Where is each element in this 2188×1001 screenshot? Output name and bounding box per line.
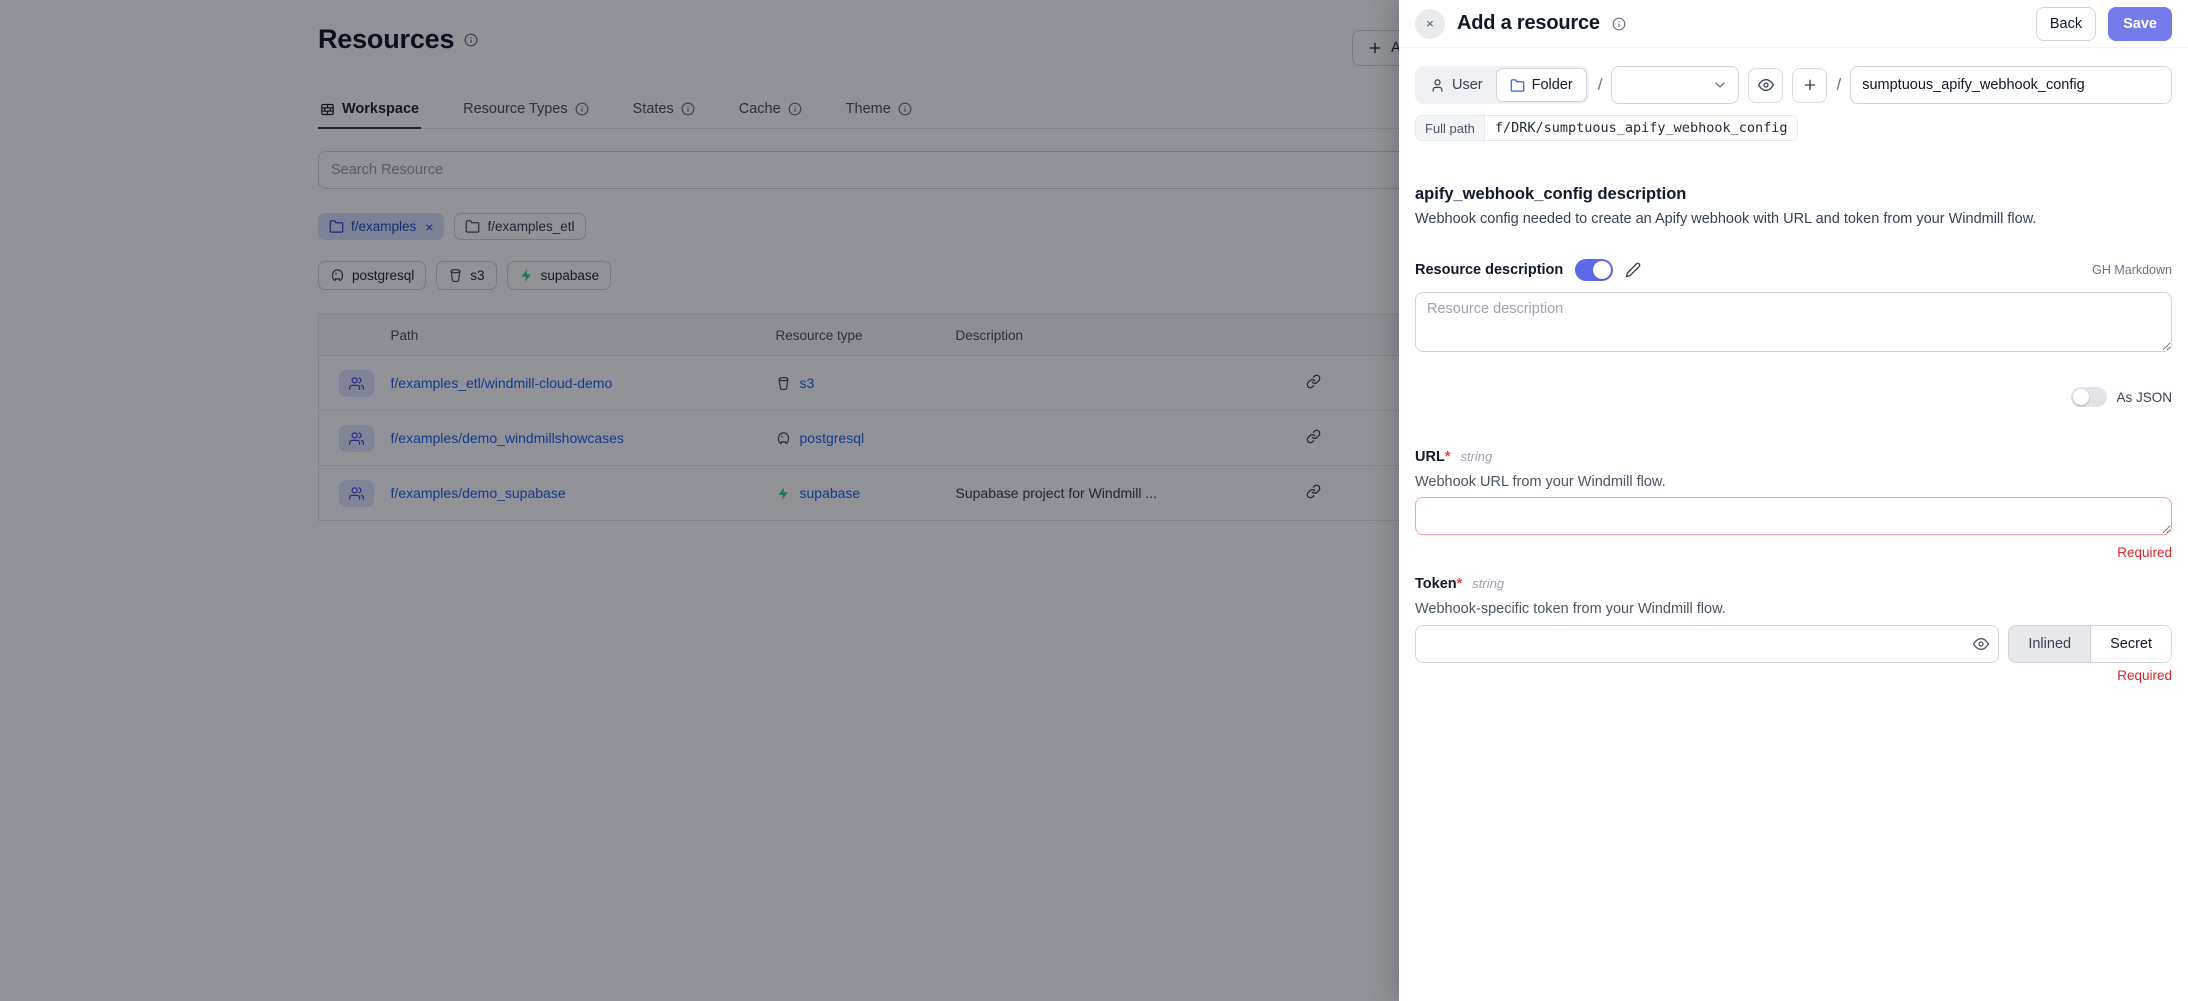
app-window: Resources WorkspaceResource TypesStatesC… [0,0,2188,1001]
url-type-label: string [1460,449,1492,464]
as-json-toggle[interactable] [2071,387,2107,407]
token-field-section: Token* string Webhook-specific token fro… [1415,576,2172,683]
edit-pencil-icon[interactable] [1625,262,1641,278]
owner-kind-toggle: User Folder [1415,66,1589,104]
eye-icon[interactable] [1973,636,1989,652]
secret-option[interactable]: Secret [2090,626,2171,662]
path-picker: User Folder / / [1415,66,2172,104]
markdown-note: GH Markdown [2092,263,2172,277]
owner-user-option[interactable]: User [1417,68,1496,102]
path-separator: / [1836,75,1841,95]
path-separator: / [1598,75,1603,95]
owner-folder-option[interactable]: Folder [1496,68,1587,102]
schema-heading: apify_webhook_config description [1415,185,2172,204]
token-required-error: Required [1415,668,2172,683]
folder-select[interactable] [1611,66,1739,104]
plus-icon [1802,77,1818,93]
back-button[interactable]: Back [2036,7,2096,41]
token-input[interactable] [1415,625,1999,663]
description-label: Resource description [1415,262,1563,278]
url-input[interactable] [1415,497,2172,535]
view-folder-button[interactable] [1748,68,1783,103]
url-required-error: Required [1415,545,2172,560]
full-path-value: f/DRK/sumptuous_apify_webhook_config [1484,115,1799,141]
folder-icon [1510,78,1525,93]
add-resource-drawer: × Add a resource Back Save User Folder [1399,0,2188,1001]
token-help-text: Webhook-specific token from your Windmil… [1415,601,2172,617]
save-button[interactable]: Save [2108,7,2172,41]
url-field-section: URL* string Webhook URL from your Windmi… [1415,449,2172,560]
as-json-row: As JSON [1415,387,2172,407]
token-label: Token [1415,576,1457,592]
full-path: Full path f/DRK/sumptuous_apify_webhook_… [1415,115,1798,141]
full-path-label: Full path [1415,115,1484,141]
add-folder-button[interactable] [1792,68,1827,103]
eye-icon [1758,77,1774,93]
url-help-text: Webhook URL from your Windmill flow. [1415,474,2172,490]
inlined-option[interactable]: Inlined [2009,626,2090,662]
drawer-header: × Add a resource Back Save [1399,0,2188,48]
resource-name-input[interactable] [1850,66,2172,104]
schema-description: Webhook config needed to create an Apify… [1415,211,2172,227]
drawer-title: Add a resource [1457,12,1600,35]
as-json-label: As JSON [2116,390,2172,405]
inlined-secret-toggle: Inlined Secret [2008,625,2172,663]
close-drawer-button[interactable]: × [1415,9,1445,39]
resource-description-textarea[interactable] [1415,292,2172,352]
token-type-label: string [1472,576,1504,591]
user-icon [1430,78,1445,93]
required-star: * [1457,576,1463,592]
description-label-row: Resource description GH Markdown [1415,259,2172,281]
description-toggle[interactable] [1575,259,1613,281]
url-label: URL [1415,449,1445,465]
required-star: * [1445,449,1451,465]
chevron-down-icon [1712,77,1728,93]
info-icon [1612,17,1626,31]
